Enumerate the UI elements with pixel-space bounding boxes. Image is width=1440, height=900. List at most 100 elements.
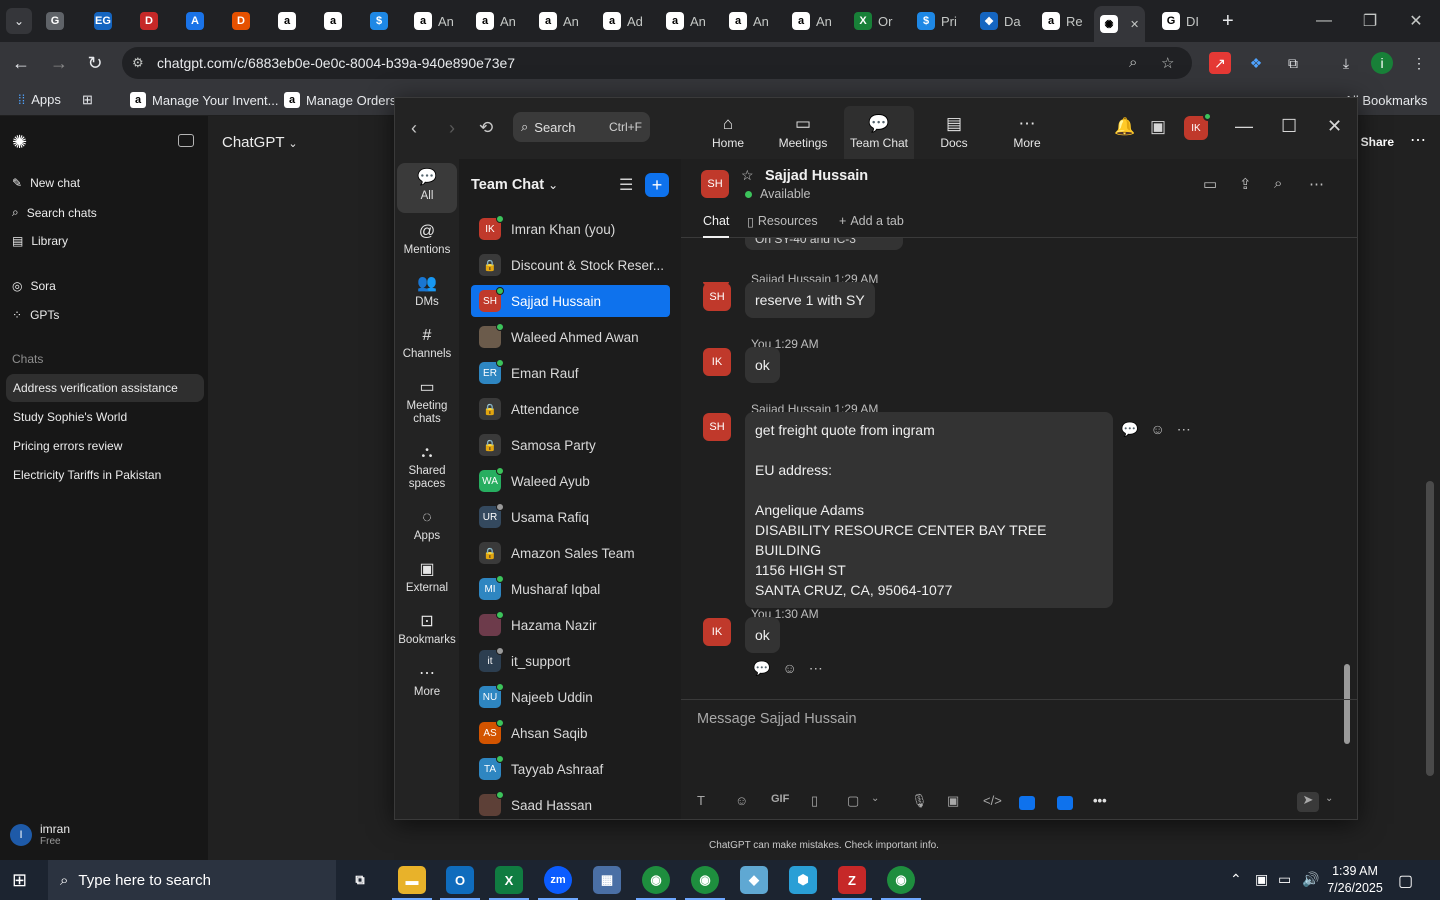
rail-channels[interactable]: # Channels — [397, 321, 457, 361]
sidebar-item-sora[interactable]: ◎ Sora — [12, 279, 56, 293]
share-button[interactable]: Share — [1361, 135, 1394, 149]
list-item[interactable]: NU Najeeb Uddin — [471, 681, 670, 713]
browser-tab[interactable]: D — [134, 6, 164, 36]
chrome-profile-icon[interactable]: ◉ — [691, 866, 719, 894]
message-input[interactable]: Message Sajjad Hussain — [697, 711, 857, 727]
browser-tab[interactable]: D — [226, 6, 256, 36]
tab-more[interactable]: ⋯ More — [992, 106, 1062, 159]
browser-tab[interactable]: $ Pri — [911, 6, 963, 36]
reply-icon[interactable]: 💬 — [1121, 421, 1138, 438]
more-tools-icon[interactable]: ••• — [1093, 793, 1107, 808]
forward-icon[interactable]: → — [46, 50, 72, 76]
reply-icon[interactable]: 💬 — [753, 660, 770, 677]
chat-title[interactable]: Sajjad Hussain — [765, 168, 868, 184]
rail-shared-spaces[interactable]: ⛬ Shared spaces — [397, 438, 457, 491]
browser-tab[interactable]: a An — [660, 6, 712, 36]
app-icon[interactable]: ◆ — [740, 866, 768, 894]
star-icon[interactable]: ☆ — [741, 167, 754, 184]
windows-start-icon[interactable]: ⊞ — [12, 870, 27, 891]
file-icon[interactable]: ▯ — [811, 793, 818, 809]
rail-more[interactable]: ⋯ More — [397, 659, 457, 699]
list-item[interactable]: 🔒 Samosa Party — [471, 429, 670, 461]
browser-tab[interactable]: a An — [470, 6, 522, 36]
browser-tab[interactable]: a Re — [1036, 6, 1089, 36]
browser-tab[interactable]: a Ad — [597, 6, 649, 36]
rail-mentions[interactable]: @ Mentions — [397, 217, 457, 257]
app-icon[interactable]: ⬢ — [789, 866, 817, 894]
browser-tab[interactable]: a An — [723, 6, 775, 36]
calculator-icon[interactable]: ▦ — [593, 866, 621, 894]
browser-tab[interactable]: $ — [364, 6, 394, 36]
chat-history-item[interactable]: Address verification assistance — [6, 374, 204, 402]
microphone-icon[interactable]: 🎙 — [911, 793, 928, 809]
display-icon[interactable]: ▭ — [1278, 871, 1291, 888]
video-call-icon[interactable]: ▭ — [1203, 175, 1217, 193]
whiteboard-icon[interactable]: ▣ — [1150, 117, 1166, 137]
emoji-icon[interactable]: ☺ — [735, 793, 748, 808]
screenshot-icon[interactable]: ▢ — [847, 793, 859, 809]
list-item[interactable]: it it_support — [471, 645, 670, 677]
tab-search-chevron-icon[interactable]: ⌄ — [6, 8, 32, 34]
list-item[interactable]: UR Usama Rafiq — [471, 501, 670, 533]
close-window-icon[interactable]: ✕ — [1396, 8, 1436, 34]
minimize-icon[interactable]: — — [1304, 8, 1344, 34]
openai-logo-icon[interactable]: ✺ — [12, 132, 27, 153]
browser-tab[interactable]: G DI — [1156, 6, 1205, 36]
chevron-down-icon[interactable]: ⌄ — [1325, 793, 1333, 804]
list-item[interactable]: 🔒 Amazon Sales Team — [471, 537, 670, 569]
chrome-icon[interactable]: ◉ — [642, 866, 670, 894]
chrome-profile-icon[interactable]: ◉ — [887, 866, 915, 894]
list-item[interactable]: Waleed Ahmed Awan — [471, 321, 670, 353]
browser-tab[interactable]: a — [318, 6, 348, 36]
list-item[interactable]: IK Imran Khan (you) — [471, 213, 670, 245]
list-item[interactable]: AS Ahsan Saqib — [471, 717, 670, 749]
tab-team-chat[interactable]: 💬 Team Chat — [844, 106, 914, 159]
download-icon[interactable]: ⤓ — [1335, 52, 1357, 74]
rail-apps[interactable]: ◌ Apps — [397, 503, 457, 543]
list-item[interactable]: WA Waleed Ayub — [471, 465, 670, 497]
message-bubble[interactable]: reserve 1 with SY — [745, 282, 875, 318]
list-item[interactable]: 🔒 Attendance — [471, 393, 670, 425]
sidebar-item-new-chat[interactable]: ✎ New chat — [12, 176, 80, 190]
sidebar-item-gpts[interactable]: ⁘ GPTs — [12, 308, 59, 322]
chevron-down-icon[interactable]: ⌄ — [871, 793, 879, 804]
bookmark-apps[interactable]: ⁞⁞ Apps — [18, 92, 61, 107]
outlook-icon[interactable]: O — [446, 866, 474, 894]
restore-icon[interactable]: ❐ — [1350, 8, 1390, 34]
minimize-icon[interactable]: — — [1235, 116, 1253, 137]
emoji-react-icon[interactable]: ☺ — [1150, 421, 1164, 438]
search-icon[interactable]: ⌕ — [1274, 175, 1282, 192]
file-explorer-icon[interactable]: ▬ — [398, 866, 426, 894]
tab-chat[interactable]: Chat — [703, 214, 730, 238]
show-hidden-icons-icon[interactable]: ⌃ — [1230, 871, 1242, 888]
tab-docs[interactable]: ▤ Docs — [919, 106, 989, 159]
message-bubble[interactable]: ok — [745, 617, 780, 653]
more-options-icon[interactable]: ⋯ — [1177, 421, 1191, 438]
browser-tab[interactable]: G — [40, 6, 70, 36]
sidebar-toggle-icon[interactable] — [178, 134, 194, 147]
tab-resources[interactable]: ▯ Resources — [747, 214, 818, 238]
browser-tab[interactable]: a An — [408, 6, 460, 36]
list-item[interactable]: Saad Hassan — [471, 789, 670, 821]
close-tab-icon[interactable]: ✕ — [1130, 18, 1139, 31]
add-tab-button[interactable]: + Add a tab — [839, 214, 904, 238]
code-snippet-icon[interactable]: </> — [983, 793, 1002, 808]
rail-external[interactable]: ▣ External — [397, 555, 457, 595]
new-chat-button[interactable]: + — [645, 173, 669, 197]
browser-tab[interactable]: EG — [88, 6, 118, 36]
browser-tab[interactable]: X Or — [848, 6, 898, 36]
more-options-icon[interactable]: ⋯ — [809, 660, 823, 677]
rail-bookmarks[interactable]: ⊡ Bookmarks — [397, 607, 457, 647]
scrollbar[interactable] — [1426, 481, 1434, 776]
tab-meetings[interactable]: ▭ Meetings — [768, 106, 838, 159]
url-text[interactable]: chatgpt.com/c/6883eb0e-0e0c-8004-b39a-94… — [157, 55, 515, 71]
list-item[interactable]: TA Tayyab Ashraaf — [471, 753, 670, 785]
text-format-icon[interactable]: T — [697, 793, 705, 808]
clock[interactable]: 1:39 AM 7/26/2025 — [1320, 863, 1390, 897]
tab-groups-icon[interactable]: ⊞ — [82, 92, 93, 108]
more-options-icon[interactable]: ⋯ — [1410, 130, 1426, 150]
more-options-icon[interactable]: ⋯ — [1309, 175, 1324, 193]
notifications-bell-icon[interactable]: 🔔 — [1114, 117, 1135, 137]
volume-icon[interactable]: 🔊 — [1302, 871, 1319, 888]
app-icon[interactable] — [1019, 796, 1035, 810]
